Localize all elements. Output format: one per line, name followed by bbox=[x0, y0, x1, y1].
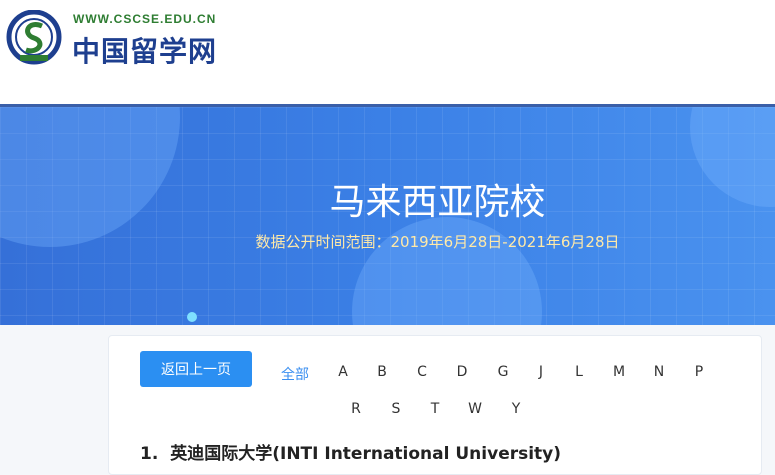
site-header: WWW.CSCSE.EDU.CN 中国留学网 bbox=[0, 0, 775, 104]
filter-letter[interactable]: L bbox=[575, 364, 583, 380]
filter-letter[interactable]: J bbox=[539, 364, 543, 380]
filter-letter[interactable]: G bbox=[498, 364, 509, 380]
carousel-dot[interactable] bbox=[187, 312, 197, 322]
filter-letter[interactable]: S bbox=[392, 401, 401, 417]
site-url: WWW.CSCSE.EDU.CN bbox=[73, 12, 217, 26]
filter-letter[interactable]: A bbox=[338, 364, 348, 380]
hero-banner: 马来西亚院校 数据公开时间范围：2019年6月28日-2021年6月28日 bbox=[0, 104, 775, 325]
school-list-card: 返回上一页 全部 A B C D G J L M N P R S T W Y 1… bbox=[108, 335, 762, 475]
filter-letter[interactable]: Y bbox=[512, 401, 521, 417]
item-name[interactable]: 英迪国际大学(INTI International University) bbox=[170, 444, 561, 464]
filter-letter[interactable]: T bbox=[431, 401, 440, 417]
filter-letter[interactable]: D bbox=[457, 364, 468, 380]
filter-letter[interactable]: M bbox=[613, 364, 625, 380]
item-index: 1. bbox=[140, 444, 159, 464]
page-title: 马来西亚院校 bbox=[329, 182, 546, 223]
back-button[interactable]: 返回上一页 bbox=[140, 351, 252, 387]
filter-letter[interactable]: W bbox=[468, 401, 482, 417]
site-name: 中国留学网 bbox=[72, 35, 218, 68]
filter-letter[interactable]: C bbox=[417, 364, 427, 380]
filter-all[interactable]: 全部 bbox=[281, 364, 309, 384]
list-item[interactable]: 1. 英迪国际大学(INTI International University) bbox=[140, 439, 561, 464]
filter-letter[interactable]: B bbox=[377, 364, 387, 380]
filter-letter[interactable]: R bbox=[351, 401, 361, 417]
cscse-logo-icon[interactable] bbox=[6, 10, 62, 66]
filter-letter[interactable]: N bbox=[654, 364, 664, 380]
filter-letter[interactable]: P bbox=[695, 364, 703, 380]
date-range: 数据公开时间范围：2019年6月28日-2021年6月28日 bbox=[255, 233, 620, 251]
